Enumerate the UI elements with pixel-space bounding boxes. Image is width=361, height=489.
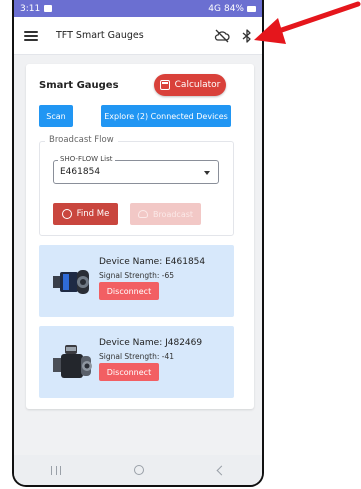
device-name: Device Name: J482469 — [99, 338, 203, 348]
system-nav-bar — [14, 455, 262, 485]
menu-icon[interactable] — [24, 30, 38, 41]
recents-icon[interactable] — [50, 465, 61, 475]
gauge-device-image — [53, 270, 89, 294]
calculator-icon — [159, 80, 170, 90]
device-card: Device Name: J482469 Signal Strength: -4… — [39, 326, 234, 398]
broadcast-label: Broadcast — [152, 209, 194, 219]
cloud-off-icon[interactable] — [214, 29, 230, 43]
calculator-label: Calculator — [174, 80, 221, 90]
gauge-device-image — [53, 345, 92, 378]
sho-flow-label: SHO-FLOW List — [58, 155, 115, 163]
disconnect-button[interactable]: Disconnect — [99, 363, 159, 381]
status-battery: 84% — [223, 3, 244, 14]
cloud-icon — [137, 210, 148, 218]
device-card: Device Name: E461854 Signal Strength: -6… — [39, 245, 234, 317]
app-title: TFT Smart Gauges — [56, 30, 144, 41]
status-bar: 3:11 4G 84% — [14, 0, 262, 17]
sho-flow-select[interactable]: SHO-FLOW List E461854 — [53, 155, 219, 184]
smart-gauges-card: Smart Gauges Calculator Scan Explore (2)… — [26, 64, 254, 409]
chevron-down-icon — [204, 171, 210, 175]
device-signal: Signal Strength: -65 — [99, 271, 175, 280]
status-signal: 4G — [208, 3, 221, 14]
phone-frame: 3:11 4G 84% TFT Smart Gauges Smart Gauge… — [12, 0, 264, 487]
back-icon[interactable] — [216, 465, 227, 475]
device-signal: Signal Strength: -41 — [99, 352, 175, 361]
calculator-button[interactable]: Calculator — [154, 74, 226, 96]
status-time: 3:11 — [20, 3, 41, 14]
card-title: Smart Gauges — [39, 80, 119, 91]
disconnect-button[interactable]: Disconnect — [99, 282, 159, 300]
home-icon[interactable] — [134, 465, 145, 475]
explore-devices-button[interactable]: Explore (2) Connected Devices — [101, 105, 231, 127]
app-bar: TFT Smart Gauges — [14, 17, 262, 55]
annotation-arrow-icon — [254, 1, 361, 44]
sho-flow-value: E461854 — [60, 167, 101, 177]
scan-button[interactable]: Scan — [39, 105, 73, 127]
broadcast-button[interactable]: Broadcast — [130, 203, 201, 225]
broadcast-flow-group: Broadcast Flow SHO-FLOW List E461854 Fin… — [39, 135, 234, 236]
broadcast-flow-legend: Broadcast Flow — [45, 135, 118, 145]
gallery-icon — [44, 5, 53, 12]
find-me-button[interactable]: Find Me — [53, 203, 118, 225]
find-me-label: Find Me — [76, 209, 110, 219]
target-icon — [61, 209, 72, 219]
device-name: Device Name: E461854 — [99, 257, 206, 267]
